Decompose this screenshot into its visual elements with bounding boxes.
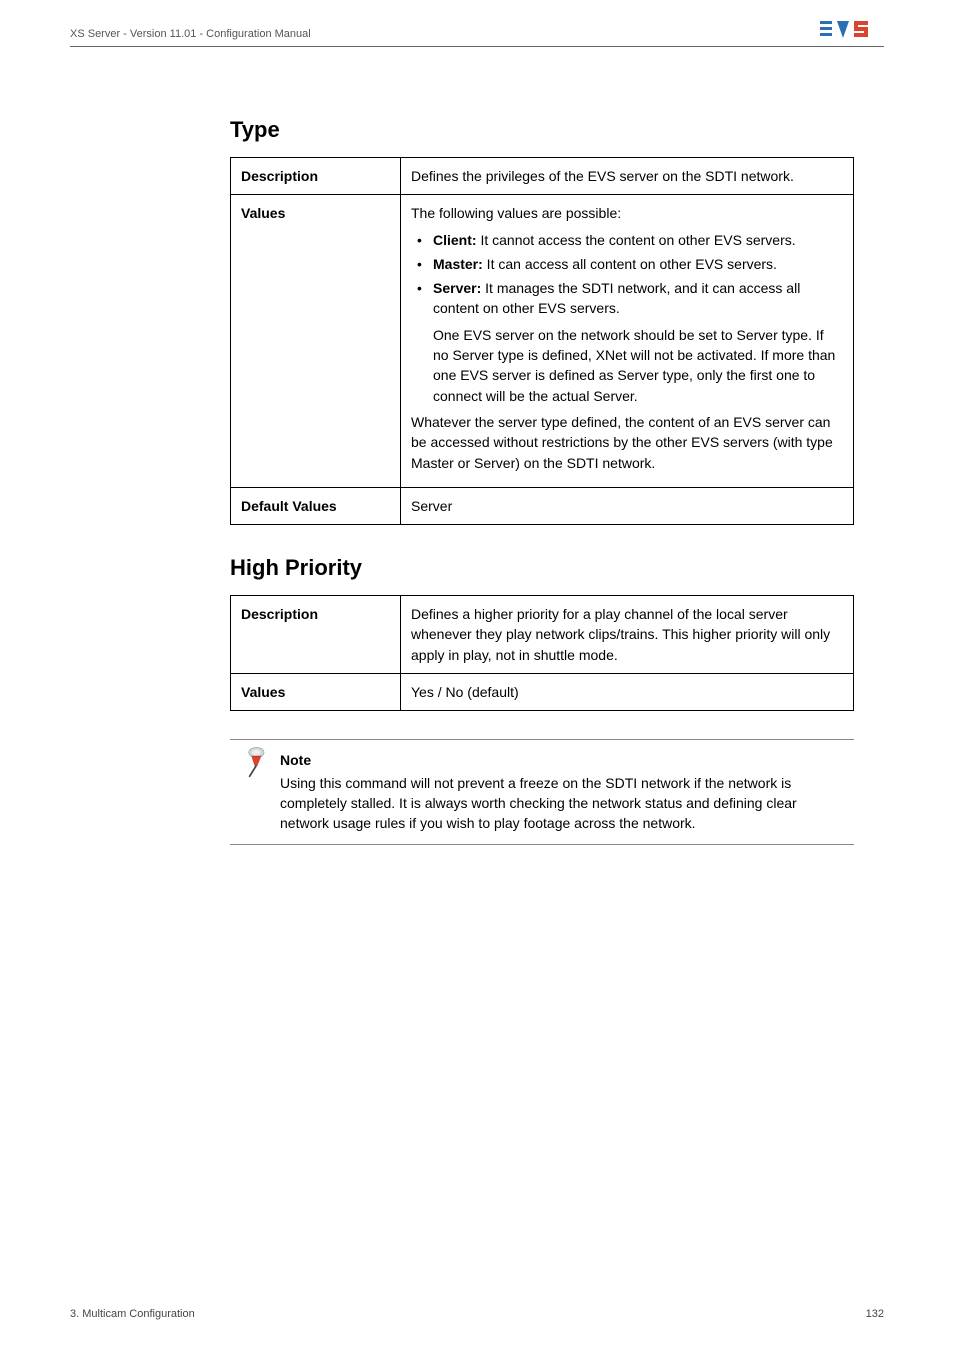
section-title-high-priority: High Priority: [230, 555, 854, 581]
note-body: Using this command will not prevent a fr…: [280, 773, 846, 834]
note-title: Note: [280, 750, 846, 770]
list-item: Client: It cannot access the content on …: [411, 230, 843, 250]
type-table: Description Defines the privileges of th…: [230, 157, 854, 525]
value-values: Yes / No (default): [401, 674, 854, 711]
server-note: One EVS server on the network should be …: [411, 325, 843, 406]
whatever-note: Whatever the server type defined, the co…: [411, 412, 843, 473]
label-values: Values: [231, 195, 401, 488]
list-item: Master: It can access all content on oth…: [411, 254, 843, 274]
value-default-values: Server: [401, 487, 854, 524]
high-priority-table: Description Defines a higher priority fo…: [230, 595, 854, 711]
bullet-term: Server:: [433, 280, 481, 296]
bullet-rest: It can access all content on other EVS s…: [483, 256, 777, 272]
label-description: Description: [231, 158, 401, 195]
table-row: Values Yes / No (default): [231, 674, 854, 711]
evs-logo: [820, 18, 884, 40]
pin-icon: [236, 744, 270, 778]
label-description: Description: [231, 596, 401, 674]
bullet-term: Master:: [433, 256, 483, 272]
values-intro: The following values are possible:: [411, 203, 843, 223]
footer-left: 3. Multicam Configuration: [70, 1308, 195, 1320]
table-row: Default Values Server: [231, 487, 854, 524]
section-title-type: Type: [230, 117, 854, 143]
table-row: Values The following values are possible…: [231, 195, 854, 488]
bullet-rest: It manages the SDTI network, and it can …: [433, 280, 800, 316]
table-row: Description Defines a higher priority fo…: [231, 596, 854, 674]
page-header-title: XS Server - Version 11.01 - Configuratio…: [70, 28, 311, 40]
footer-page-number: 132: [866, 1308, 884, 1320]
value-values: The following values are possible: Clien…: [401, 195, 854, 488]
table-row: Description Defines the privileges of th…: [231, 158, 854, 195]
label-values: Values: [231, 674, 401, 711]
bullet-term: Client:: [433, 232, 477, 248]
bullet-rest: It cannot access the content on other EV…: [477, 232, 796, 248]
value-description: Defines the privileges of the EVS server…: [401, 158, 854, 195]
list-item: Server: It manages the SDTI network, and…: [411, 278, 843, 319]
label-default-values: Default Values: [231, 487, 401, 524]
note-box: Note Using this command will not prevent…: [230, 739, 854, 844]
value-description: Defines a higher priority for a play cha…: [401, 596, 854, 674]
values-bullet-list: Client: It cannot access the content on …: [411, 230, 843, 319]
